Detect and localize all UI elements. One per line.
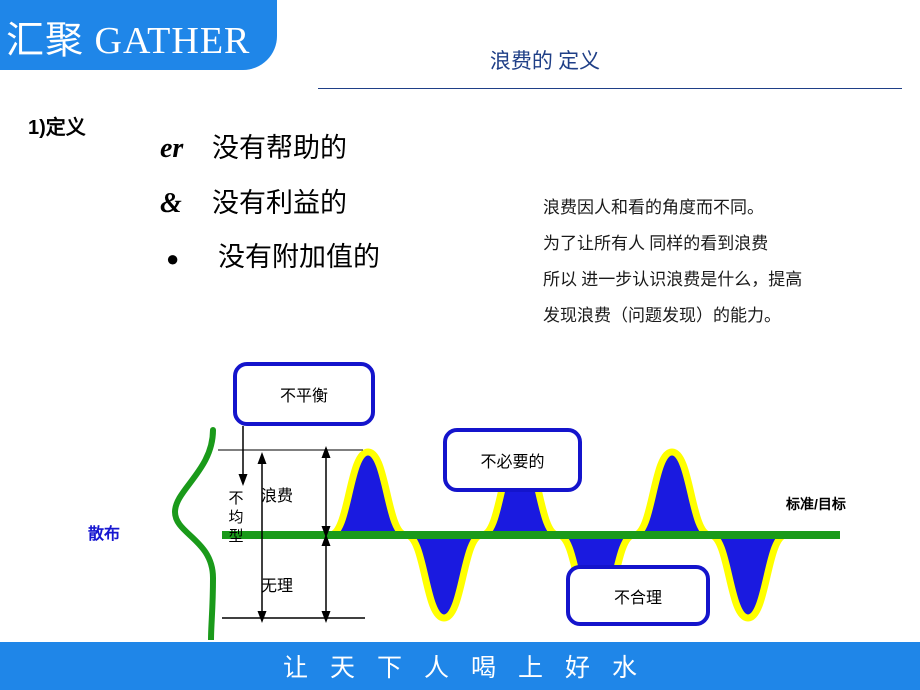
definition-item: er 没有帮助的: [160, 126, 347, 165]
paragraph-line: 发现浪费（问题发现）的能力。: [543, 306, 781, 325]
scatter-label: 散布: [88, 526, 121, 543]
definition-item-label: 没有附加值的: [218, 242, 380, 272]
ampersand-bullet-icon: &: [160, 188, 182, 219]
definition-item-label: 没有利益的: [212, 188, 347, 218]
standard-target-label: 标准/目标: [786, 496, 846, 512]
paragraph-line: 所以 进一步认识浪费是什么，提高: [543, 270, 803, 289]
footer-slogan: 让天下人喝上好水: [282, 655, 659, 682]
paragraph-line: 为了让所有人 同样的看到浪费: [543, 234, 769, 253]
uneven-label: 不均型: [228, 490, 244, 545]
section-label: 1)定义: [28, 117, 86, 139]
definition-item: & 没有利益的: [160, 181, 347, 220]
callout-box-unnecessary: 不必要的: [443, 428, 582, 492]
callout-box-unreasonable: 不合理: [566, 565, 710, 626]
callout-box-imbalance: 不平衡: [233, 362, 375, 426]
page-title: 浪费的 定义: [489, 49, 601, 73]
logo-banner: 汇聚 GATHER: [0, 0, 277, 70]
title-underline-rule: [318, 88, 902, 89]
callout-label: 不合理: [613, 589, 662, 607]
unreasonable-label: 无理: [261, 578, 294, 595]
filled-circle-bullet-icon: ●: [166, 246, 180, 271]
definition-item-label: 没有帮助的: [212, 133, 347, 163]
definition-item: ● 没有附加值的: [160, 235, 380, 274]
waste-label: 浪费: [261, 488, 294, 505]
distribution-curve: [171, 427, 217, 640]
callout-label: 不必要的: [480, 454, 545, 471]
script-er-bullet-icon: er: [160, 133, 184, 164]
callout-label: 不平衡: [279, 388, 328, 405]
logo-text: 汇聚 GATHER: [6, 20, 251, 62]
paragraph-line: 浪费因人和看的角度而不同。: [543, 198, 764, 217]
footer-bar: 让天下人喝上好水: [0, 642, 920, 690]
description-paragraph: 浪费因人和看的角度而不同。 为了让所有人 同样的看到浪费 所以 进一步认识浪费是…: [543, 190, 918, 334]
